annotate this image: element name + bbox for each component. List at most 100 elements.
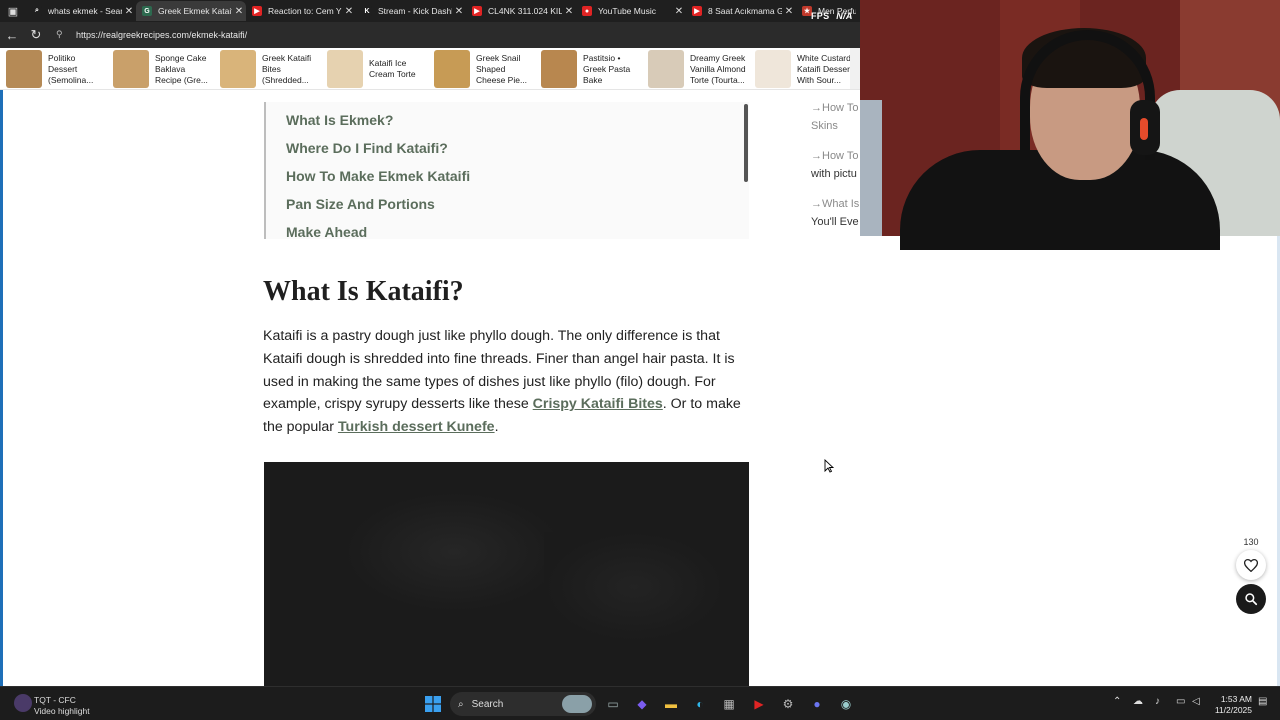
recipe-card-title: Greek Kataifi Bites (Shredded... — [262, 52, 312, 85]
toc-scrollbar[interactable] — [744, 104, 748, 182]
video-frame-detail — [544, 532, 724, 642]
related-recipe-card[interactable]: Pastitsio • Greek Pasta Bake — [535, 48, 642, 89]
heart-icon[interactable] — [1236, 550, 1266, 580]
fps-value: N/A — [836, 11, 853, 21]
discord-icon[interactable]: ● — [808, 695, 826, 713]
task-view-icon[interactable]: ▭ — [604, 695, 622, 713]
browser-tab[interactable]: G Greek Ekmek Kataifi ✕ — [136, 1, 246, 21]
related-recipe-card[interactable]: Sponge Cake Baklava Recipe (Gre... — [107, 48, 214, 89]
browser-tab[interactable]: ⌕ whats ekmek - Sear ✕ — [26, 1, 136, 21]
browser-tab[interactable]: K Stream - Kick Dashb ✕ — [356, 1, 466, 21]
turkish-dessert-kunefe-link[interactable]: Turkish dessert Kunefe — [338, 419, 495, 435]
recipe-card-title: Greek Snail Shaped Cheese Pie... — [476, 52, 528, 85]
tab-actions-menu-icon[interactable]: ▣ — [0, 0, 26, 22]
tab-title: CL4NK 311.024 KILL — [488, 6, 562, 16]
recipe-card-title: Dreamy Greek Vanilla Almond Torte (Tourt… — [690, 52, 746, 85]
close-icon[interactable]: ✕ — [782, 6, 796, 17]
onedrive-icon[interactable]: ☁ — [1133, 696, 1143, 707]
settings-gear-icon[interactable]: ⚙ — [779, 695, 797, 713]
strip-scrollbar[interactable] — [850, 48, 860, 89]
related-recipe-card[interactable]: Kataifi Ice Cream Torte — [321, 48, 428, 89]
tab-favicon-icon: ● — [582, 6, 592, 16]
browser-tab[interactable]: ▶ 8 Saat Acıkmama G ✕ — [686, 1, 796, 21]
video-player[interactable] — [264, 462, 749, 686]
tab-favicon-icon: ▶ — [472, 6, 482, 16]
clock-date: 11/2/2025 — [1214, 705, 1252, 715]
close-icon[interactable]: ✕ — [232, 6, 246, 17]
related-recipe-card[interactable]: Dreamy Greek Vanilla Almond Torte (Tourt… — [642, 48, 749, 89]
back-arrow-icon[interactable]: ← — [0, 24, 24, 46]
headset-light — [1140, 118, 1148, 140]
toc-link[interactable]: How To Make Ekmek Kataifi — [286, 168, 470, 184]
search-highlight-icon — [562, 695, 592, 713]
volume-icon[interactable]: ◁ — [1192, 696, 1200, 707]
close-icon[interactable]: ✕ — [672, 6, 686, 17]
tab-favicon-icon: K — [362, 6, 372, 16]
related-recipes-list: Politiko Dessert (Semolina... Sponge Cake… — [0, 48, 856, 89]
fps-label: FPS — [811, 11, 830, 21]
recipe-card-title: Kataifi Ice Cream Torte — [369, 58, 416, 79]
address-bar[interactable]: ⚲ https://realgreekrecipes.com/ekmek-kat… — [56, 25, 856, 45]
file-explorer-icon[interactable]: ▬ — [662, 695, 680, 713]
tab-favicon-icon: G — [142, 6, 152, 16]
related-recipe-card[interactable]: Politiko Dessert (Semolina... — [0, 48, 107, 89]
taskbar-search-label: Search — [471, 698, 504, 710]
app-avatar-icon[interactable] — [14, 694, 32, 712]
browser-tab[interactable]: ● YouTube Music ✕ — [576, 1, 686, 21]
app-subtitle: Video highlight — [34, 706, 90, 716]
webcam-background — [860, 100, 882, 236]
store-icon[interactable]: ▦ — [720, 695, 738, 713]
toc-link[interactable]: What Is Ekmek? — [286, 112, 393, 128]
toc-link[interactable]: Where Do I Find Kataifi? — [286, 140, 448, 156]
refresh-icon[interactable]: ↻ — [24, 24, 48, 46]
tab-title: YouTube Music — [598, 6, 656, 16]
running-app-info[interactable]: TQT - CFC Video highlight — [34, 695, 90, 717]
taskbar-search[interactable]: ⌕ Search — [450, 692, 596, 716]
copilot-icon[interactable]: ◆ — [633, 695, 651, 713]
site-info-icon[interactable]: ⚲ — [56, 29, 68, 41]
related-recipe-card[interactable]: Greek Snail Shaped Cheese Pie... — [428, 48, 535, 89]
address-bar-url: https://realgreekrecipes.com/ekmek-katai… — [76, 30, 248, 40]
recipe-card-title: Sponge Cake Baklava Recipe (Gre... — [155, 52, 208, 85]
tab-list: ⌕ whats ekmek - Sear ✕ G Greek Ekmek Kataifi… — [26, 1, 856, 21]
browser-tab[interactable]: ▶ Reaction to: Cem Yı ✕ — [246, 1, 356, 21]
toc-link[interactable]: Make Ahead — [286, 224, 367, 240]
sidebar-link-continued[interactable]: with pictu — [811, 165, 857, 183]
crispy-kataifi-bites-link[interactable]: Crispy Kataifi Bites — [533, 396, 663, 412]
microphone-icon[interactable]: ♪ — [1155, 696, 1160, 707]
browser-tab[interactable]: ▶ CL4NK 311.024 KILL ✕ — [466, 1, 576, 21]
windows-start-icon[interactable] — [424, 695, 442, 713]
related-recipe-card[interactable]: White Custard Kataifi Dessert With Sour.… — [749, 48, 856, 89]
steam-icon[interactable]: ◉ — [837, 695, 855, 713]
tab-favicon-icon: ⌕ — [32, 6, 42, 16]
tab-title: Reaction to: Cem Yı — [268, 6, 342, 16]
sidebar-link[interactable]: →What Is — [811, 195, 859, 213]
search-icon: ⌕ — [458, 698, 464, 710]
sidebar-link[interactable]: →How To — [811, 99, 858, 117]
edge-browser-icon[interactable]: ◐ — [691, 695, 709, 713]
toc-link[interactable]: Pan Size And Portions — [286, 196, 435, 212]
system-clock[interactable]: 1:53 AM 11/2/2025 — [1208, 694, 1252, 716]
like-count: 130 — [1243, 537, 1259, 547]
search-icon[interactable] — [1236, 584, 1266, 614]
sidebar-link-continued[interactable]: Skins — [811, 117, 838, 135]
recipe-card-title: Pastitsio • Greek Pasta Bake — [583, 52, 631, 85]
tab-title: Greek Ekmek Kataifi — [158, 6, 232, 16]
recipe-thumbnail — [6, 50, 42, 88]
tab-title: whats ekmek - Sear — [48, 6, 122, 16]
mouse-cursor-icon — [824, 459, 834, 473]
recipe-card-title: White Custard Kataifi Dessert With Sour.… — [797, 52, 853, 85]
close-icon[interactable]: ✕ — [122, 6, 136, 17]
related-recipe-card[interactable]: Greek Kataifi Bites (Shredded... — [214, 48, 321, 89]
sidebar-link-continued[interactable]: You'll Eve — [811, 213, 859, 231]
network-icon[interactable]: ▭ — [1176, 696, 1185, 707]
close-icon[interactable]: ✕ — [452, 6, 466, 17]
close-icon[interactable]: ✕ — [342, 6, 356, 17]
chevron-up-icon[interactable]: ⌃ — [1113, 696, 1121, 707]
browser-tab-bar: ▣ ⌕ whats ekmek - Sear ✕ G Greek Ekmek Katai… — [0, 0, 860, 22]
close-icon[interactable]: ✕ — [562, 6, 576, 17]
sidebar-link[interactable]: →How To — [811, 147, 858, 165]
youtube-app-icon[interactable]: ▶ — [750, 695, 768, 713]
notification-icon[interactable]: ▤ — [1258, 696, 1267, 707]
recipe-card-title: Politiko Dessert (Semolina... — [48, 52, 94, 85]
